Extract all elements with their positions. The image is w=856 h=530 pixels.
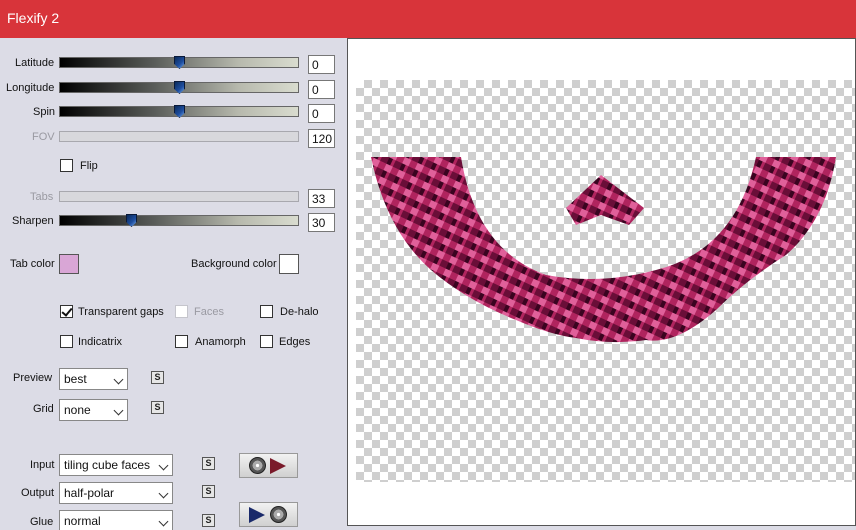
spin-slider-thumb[interactable]: [174, 105, 185, 118]
flip-label: Flip: [80, 160, 98, 172]
longitude-label: Longitude: [6, 82, 55, 94]
chevron-down-icon: [113, 374, 124, 385]
play-icon: [270, 458, 286, 474]
window-title: Flexify 2: [7, 10, 60, 26]
preview-image: [371, 157, 836, 343]
latitude-label: Latitude: [15, 57, 55, 69]
de-halo-checkbox[interactable]: [260, 305, 273, 318]
link-icon[interactable]: S: [151, 371, 164, 384]
sharpen-slider-thumb[interactable]: [126, 214, 137, 227]
latitude-slider[interactable]: [59, 56, 299, 69]
indicatrix-checkbox[interactable]: [60, 335, 73, 348]
flip-checkbox[interactable]: [60, 159, 73, 172]
output-preview-button[interactable]: [239, 502, 298, 527]
glue-select-label: Glue: [30, 516, 54, 528]
spin-slider[interactable]: [59, 105, 299, 118]
latitude-slider-thumb[interactable]: [174, 56, 185, 69]
background-color-label: Background color: [191, 258, 277, 270]
output-select-label: Output: [21, 487, 55, 499]
chevron-down-icon: [158, 488, 169, 499]
output-select[interactable]: half-polar: [59, 482, 173, 504]
chevron-down-icon: [113, 405, 124, 416]
play-icon: [249, 507, 265, 523]
preview-select-value: best: [64, 372, 87, 386]
link-icon[interactable]: S: [151, 401, 164, 414]
link-icon[interactable]: S: [202, 485, 215, 498]
edges-label: Edges: [279, 336, 311, 348]
output-select-value: half-polar: [64, 486, 115, 500]
grid-select-label: Grid: [33, 403, 54, 415]
transparent-gaps-checkbox[interactable]: [60, 305, 73, 318]
spin-label: Spin: [33, 106, 56, 118]
anamorph-label: Anamorph: [195, 336, 246, 348]
anamorph-checkbox[interactable]: [175, 335, 188, 348]
indicatrix-label: Indicatrix: [78, 336, 123, 348]
sharpen-slider[interactable]: [59, 214, 299, 227]
tab-color-label: Tab color: [10, 258, 55, 270]
title-bar: Flexify 2: [0, 0, 856, 38]
tabs-slider: [59, 191, 299, 202]
disc-icon: [249, 457, 266, 474]
input-select-value: tiling cube faces: [64, 458, 151, 472]
faces-label: Faces: [194, 306, 224, 318]
de-halo-label: De-halo: [280, 306, 319, 318]
input-select[interactable]: tiling cube faces: [59, 454, 173, 476]
grid-select-value: none: [64, 403, 91, 417]
sharpen-input[interactable]: 30: [308, 213, 335, 232]
input-preview-button[interactable]: [239, 453, 298, 478]
chevron-down-icon: [158, 460, 169, 471]
background-color-swatch[interactable]: [279, 254, 299, 274]
sharpen-label: Sharpen: [12, 215, 54, 227]
longitude-slider-thumb[interactable]: [174, 81, 185, 94]
faces-checkbox: [175, 305, 188, 318]
tab-color-swatch[interactable]: [59, 254, 79, 274]
preview-select[interactable]: best: [59, 368, 128, 390]
preview-select-label: Preview: [13, 372, 53, 384]
longitude-input[interactable]: 0: [308, 80, 335, 99]
tabs-label: Tabs: [30, 191, 54, 203]
link-icon[interactable]: S: [202, 514, 215, 527]
fov-slider: [59, 131, 299, 142]
longitude-slider[interactable]: [59, 81, 299, 94]
tabs-input[interactable]: 33: [308, 189, 335, 208]
glue-select[interactable]: normal: [59, 510, 173, 530]
preview-shape-chevron: [566, 175, 644, 225]
disc-icon: [270, 506, 287, 523]
chevron-down-icon: [158, 516, 169, 527]
fov-label: FOV: [32, 131, 55, 143]
spin-input[interactable]: 0: [308, 104, 335, 123]
edges-checkbox[interactable]: [260, 335, 273, 348]
grid-select[interactable]: none: [59, 399, 128, 421]
latitude-input[interactable]: 0: [308, 55, 335, 74]
input-select-label: Input: [30, 459, 55, 471]
glue-select-value: normal: [64, 514, 101, 528]
transparent-gaps-label: Transparent gaps: [78, 306, 164, 318]
link-icon[interactable]: S: [202, 457, 215, 470]
fov-input[interactable]: 120: [308, 129, 335, 148]
